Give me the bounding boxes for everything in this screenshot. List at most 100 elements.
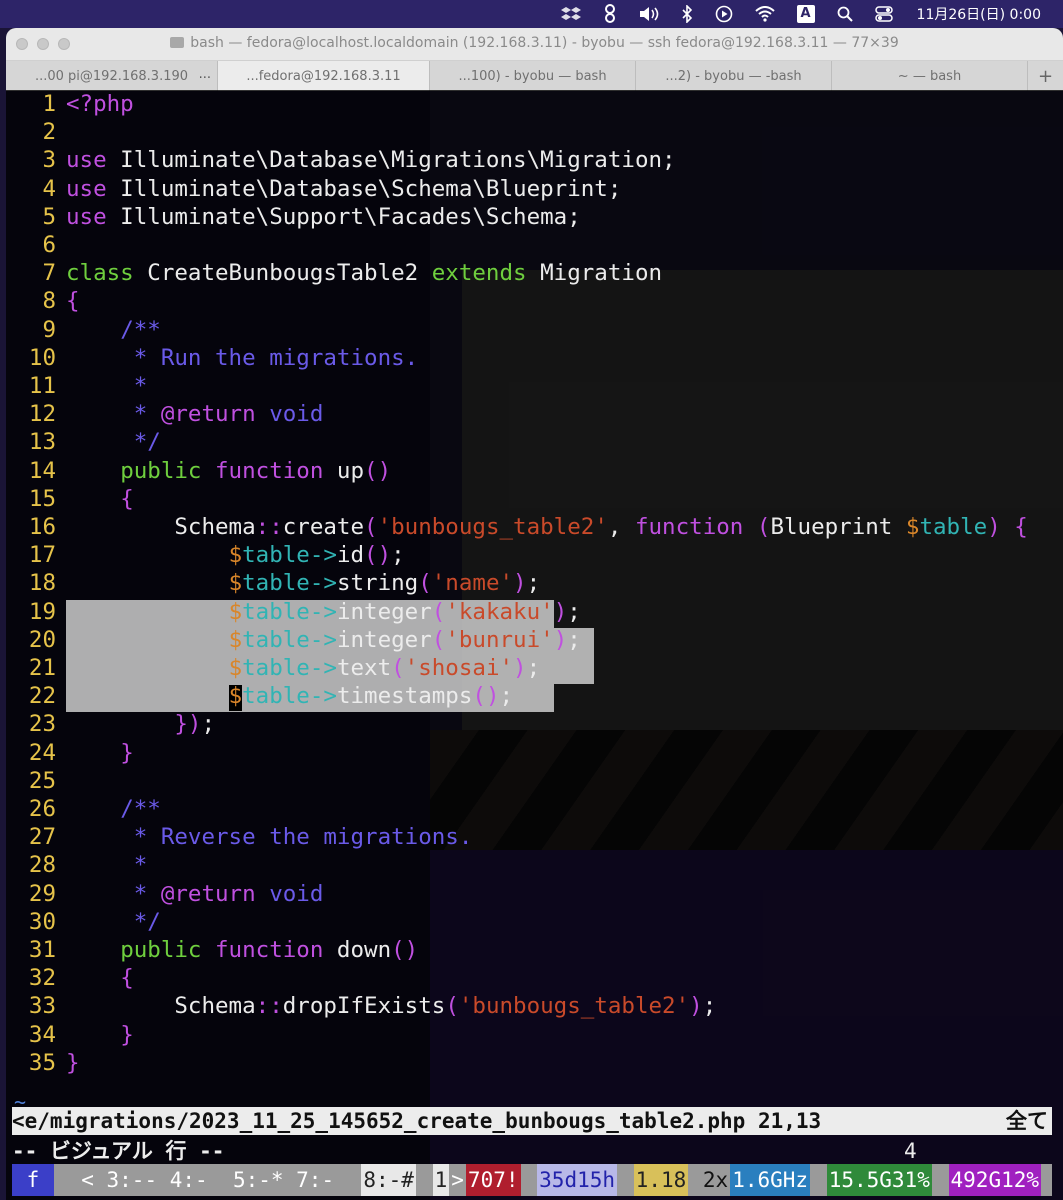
play-icon[interactable] [715,0,733,28]
code-line[interactable]: 1 <?php [6,90,133,118]
input-source-icon[interactable]: A [796,0,815,28]
code-line[interactable]: 10 * Run the migrations. [6,344,418,372]
tab-2[interactable]: ...fedora@192.168.3.11 [218,61,430,91]
code-line[interactable]: 28 * [6,851,147,879]
code-line[interactable]: 23 }); [6,710,215,738]
code-line[interactable]: 31 public function down() [6,936,418,964]
line-number: 16 [28,514,56,540]
byobu-segment [810,1164,827,1196]
new-tab-button[interactable]: + [1028,61,1063,91]
code-line[interactable]: 19 $table->integer('kakaku'); [6,598,581,626]
line-number: 25 [28,767,56,794]
code-line[interactable]: 17 $table->id(); [6,541,405,569]
code-line[interactable]: 6 [6,231,66,259]
code-token: () [472,683,500,710]
bluetooth-icon[interactable] [681,0,693,28]
line-source: * @return void [66,400,324,428]
code-token: create [282,514,365,540]
code-line[interactable]: 35} [6,1049,80,1077]
code-token: table-> [242,598,337,625]
code-line[interactable]: 3 use Illuminate\Database\Migrations\Migr… [6,146,675,174]
code-token: $ [228,655,243,681]
line-source: } [66,1049,80,1077]
code-line[interactable]: 11 * [6,372,147,400]
control-center-icon[interactable] [874,0,893,28]
tab-3[interactable]: ...100) - byobu — bash [430,61,636,91]
line-number: 8 [42,288,56,315]
evernote-icon[interactable] [603,0,617,28]
code-token: use [66,203,107,230]
code-token: ) [553,626,568,653]
code-line[interactable]: 21 $table->text('shosai'); [6,654,540,682]
code-line[interactable]: 33 Schema::dropIfExists('bunbougs_table2… [6,992,716,1020]
line-number: 23 [28,711,56,738]
line-source: Schema::create('bunbougs_table2', functi… [66,513,1027,541]
code-line[interactable]: 7 class CreateBunbougsTable2 extends Migr… [6,259,662,287]
code-line[interactable]: 8{ [6,287,79,315]
tab-5[interactable]: ~ — bash [832,61,1028,91]
tab-1[interactable]: ...00 pi@192.168.3.190... [6,61,218,91]
code-line[interactable]: 29 * @return void [6,880,323,908]
code-token: Migration [526,260,663,287]
code-token: * [133,880,161,907]
code-token: * Run the migrations. [133,344,419,371]
title-bar[interactable]: bash — fedora@localhost.localdomain (192… [6,28,1063,61]
tab-4[interactable]: ...2) - byobu — -bash [636,61,832,91]
code-line[interactable]: 14 public function up() [6,457,391,485]
code-line[interactable]: 34 } [6,1021,134,1049]
code-line[interactable]: 30 */ [6,908,161,936]
dropbox-icon[interactable] [560,0,581,28]
code-line[interactable]: 13 */ [6,428,161,456]
byobu-segment: f [12,1164,54,1196]
terminal-content[interactable]: 1 <?php 2 3 use Illuminate\Database\Migratio… [6,90,1063,1200]
search-icon[interactable] [837,0,853,28]
code-line[interactable]: 9 /** [6,316,160,344]
code-line[interactable]: 22 $table->timestamps(); [6,682,513,710]
plus-icon[interactable]: + [1038,66,1053,87]
byobu-status-bar: f < 3:-- 4:- 5:-* 7:- 8:-# 1 >707! 35d15h… [12,1164,1052,1196]
byobu-segment: 2x [688,1164,731,1196]
code-token: { [120,965,134,992]
code-line[interactable]: 5 use Illuminate\Support\Facades\Schema; [6,203,580,231]
code-token: string [336,570,419,597]
code-token: ( [445,993,459,1020]
code-line[interactable]: 18 $table->string('name'); [6,569,540,597]
code-line[interactable]: 12 * @return void [6,400,323,428]
line-source: $table->integer('bunrui'); [66,626,581,654]
code-line[interactable]: 27 * Reverse the migrations. [6,823,472,851]
code-line[interactable]: 25 [6,767,66,795]
line-source: */ [66,428,161,456]
code-token: 'name' [431,570,514,597]
line-number: 35 [28,1049,56,1076]
code-line[interactable]: 26 /** [6,795,161,823]
code-token: table-> [242,626,337,653]
byobu-segment: > [449,1164,466,1196]
line-source: * @return void [66,880,324,908]
code-line[interactable]: 2 [6,118,66,146]
line-number: 4 [42,175,56,202]
line-source: * Reverse the migrations. [66,823,473,851]
line-source: { [66,964,134,992]
volume-icon[interactable] [639,0,659,28]
code-token: ; [567,626,581,653]
code-line[interactable]: 32 { [6,964,134,992]
line-number: 32 [28,965,56,992]
menubar-clock[interactable]: 11月26日(日) 0:00 [917,4,1041,24]
line-number: 12 [28,401,56,428]
tab-overflow-icon[interactable]: ... [199,67,211,82]
code-line[interactable]: 20 $table->integer('bunrui'); [6,626,581,654]
code-token: @return [160,880,256,907]
code-token: CreateBunbougsTable2 [133,260,432,287]
wifi-icon[interactable] [754,0,775,28]
code-line[interactable]: 24 } [6,739,134,767]
code-line[interactable]: 15 { [6,485,134,513]
code-line[interactable]: 16 Schema::create('bunbougs_table2', fun… [6,513,1028,541]
code-line[interactable]: 4 use Illuminate\Database\Schema\Blueprin… [6,175,621,203]
line-source: $table->timestamps(); [66,682,513,710]
code-token: ; [567,598,581,625]
line-number: 5 [42,203,56,230]
code-token: ) [513,655,527,681]
